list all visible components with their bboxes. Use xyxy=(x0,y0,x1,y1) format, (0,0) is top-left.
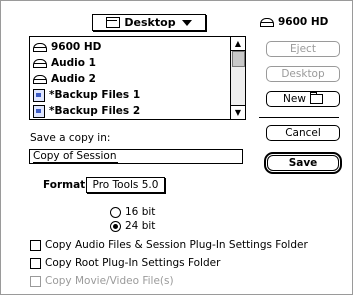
list-item-label: 9600 HD xyxy=(51,41,102,53)
save-button[interactable]: Save xyxy=(264,152,342,174)
backup-folder-icon xyxy=(33,88,45,102)
disk-icon xyxy=(260,17,274,27)
current-volume-label: 9600 HD xyxy=(278,16,329,28)
list-item[interactable]: *Backup Files 1 xyxy=(30,87,230,103)
checkbox-copy-movie-files[interactable]: Copy Movie/Video File(s) xyxy=(30,275,174,287)
format-popup-label: Pro Tools 5.0 xyxy=(92,179,159,191)
list-item-label: *Backup Files 1 xyxy=(49,89,141,101)
checkbox-copy-audio-files[interactable]: Copy Audio Files & Session Plug-In Setti… xyxy=(30,239,308,251)
cancel-button-label: Cancel xyxy=(285,127,321,139)
new-folder-icon xyxy=(309,92,323,104)
radio-selected-icon xyxy=(110,220,121,232)
eject-button[interactable]: Eject xyxy=(266,41,340,57)
desktop-button-label: Desktop xyxy=(281,68,325,80)
list-item[interactable]: Audio 1 xyxy=(30,55,230,71)
save-copy-label: Save a copy in: xyxy=(30,132,111,144)
radio-24-bit[interactable]: 24 bit xyxy=(110,220,155,232)
radio-label: 24 bit xyxy=(125,220,156,232)
checkbox-icon xyxy=(30,239,41,251)
radio-circle-icon xyxy=(110,206,121,218)
checkbox-icon xyxy=(30,275,41,287)
checkbox-label: Copy Movie/Video File(s) xyxy=(45,275,174,287)
file-list[interactable]: 9600 HD Audio 1 Audio 2 *Backup Files 1 … xyxy=(29,36,246,120)
divider xyxy=(259,117,339,118)
scroll-up-arrow-icon[interactable]: ▲ xyxy=(231,37,245,51)
checkbox-copy-root-plugins[interactable]: Copy Root Plug-In Settings Folder xyxy=(30,257,220,269)
new-folder-button[interactable]: New xyxy=(266,91,340,107)
current-volume: 9600 HD xyxy=(260,16,328,28)
list-item-label: Audio 2 xyxy=(51,73,96,85)
vertical-scrollbar[interactable]: ▲ ▼ xyxy=(230,37,245,119)
new-folder-button-label: New xyxy=(283,93,306,105)
desktop-button[interactable]: Desktop xyxy=(266,66,340,82)
filename-value: Copy of Session xyxy=(33,150,118,163)
list-item[interactable]: Audio 2 xyxy=(30,71,230,87)
list-item-label: Audio 1 xyxy=(51,57,96,69)
disk-icon xyxy=(33,42,47,52)
list-item-label: *Backup Files 2 xyxy=(49,105,141,117)
scroll-down-arrow-icon[interactable]: ▼ xyxy=(231,105,245,119)
checkbox-label: Copy Root Plug-In Settings Folder xyxy=(45,257,221,269)
disk-icon xyxy=(33,74,47,84)
save-button-label: Save xyxy=(288,157,318,169)
format-popup[interactable]: Pro Tools 5.0 xyxy=(86,177,165,193)
format-label: Format: xyxy=(43,179,90,191)
save-copy-dialog: Desktop 9600 HD Audio 1 Audio 2 *Backup … xyxy=(0,0,353,295)
checkbox-icon xyxy=(30,257,41,269)
scroll-thumb[interactable] xyxy=(232,51,245,67)
backup-folder-icon xyxy=(33,104,45,118)
location-popup[interactable]: Desktop xyxy=(92,14,206,31)
checkbox-label: Copy Audio Files & Session Plug-In Setti… xyxy=(45,239,308,251)
triangle-down-icon xyxy=(181,19,192,26)
disk-icon xyxy=(33,58,47,68)
list-item[interactable]: *Backup Files 2 xyxy=(30,103,230,119)
folder-icon xyxy=(106,17,121,28)
radio-16-bit[interactable]: 16 bit xyxy=(110,206,155,218)
eject-button-label: Eject xyxy=(290,43,316,55)
location-popup-label: Desktop xyxy=(124,16,176,29)
list-item[interactable]: 9600 HD xyxy=(30,39,230,55)
filename-field[interactable]: Copy of Session xyxy=(29,149,243,164)
cancel-button[interactable]: Cancel xyxy=(266,125,340,141)
radio-label: 16 bit xyxy=(125,206,156,218)
